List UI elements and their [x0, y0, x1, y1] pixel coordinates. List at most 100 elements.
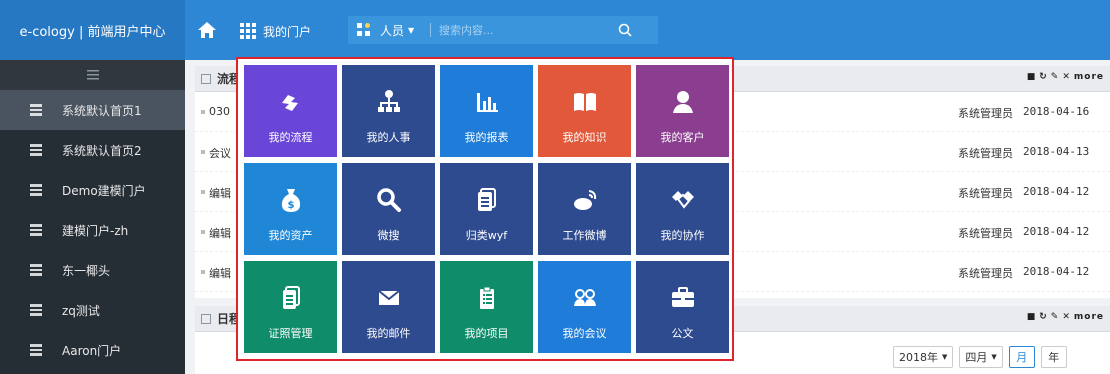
- more-link[interactable]: more: [1074, 312, 1104, 322]
- tile-my-reports[interactable]: 我的报表: [440, 65, 533, 157]
- month-select[interactable]: 四月 ▼: [959, 346, 1003, 368]
- tile-official-documents[interactable]: 公文: [636, 261, 729, 353]
- page-icon: [30, 344, 42, 356]
- app-title[interactable]: e-cology | 前端用户中心: [0, 0, 185, 60]
- tile-my-workflow[interactable]: 我的流程: [244, 65, 337, 157]
- year-view-button[interactable]: 年: [1040, 346, 1067, 368]
- tile-label: 我的邮件: [366, 327, 411, 340]
- chevron-down-icon: ▼: [991, 353, 997, 361]
- tile-label: 公文: [671, 327, 694, 340]
- lock-icon[interactable]: ■: [1027, 72, 1037, 82]
- close-icon[interactable]: ✕: [1062, 312, 1071, 322]
- search-icon[interactable]: [609, 23, 641, 37]
- settings-icon[interactable]: ✎: [1051, 72, 1060, 82]
- page-icon: [30, 304, 42, 316]
- tile-label: 归类wyf: [465, 229, 508, 242]
- tile-my-collaboration[interactable]: 我的协作: [636, 163, 729, 255]
- page-icon: [30, 144, 42, 156]
- tile-label: 微搜: [377, 229, 400, 242]
- tile-label: 我的流程: [268, 131, 313, 144]
- sidebar-item-label: Aaron门户: [62, 343, 122, 358]
- row-title[interactable]: 编辑: [209, 225, 231, 241]
- meeting-icon: [538, 285, 631, 311]
- tile-label: 我的会议: [562, 327, 607, 340]
- panel-icon: [201, 73, 211, 84]
- user-icon: [636, 89, 729, 115]
- portal-menu-label: 我的门户: [263, 24, 312, 39]
- tile-work-weibo[interactable]: 工作微博: [538, 163, 631, 255]
- weibo-icon: [538, 187, 631, 213]
- tile-my-hr[interactable]: 我的人事: [342, 65, 435, 157]
- org-chart-icon: [342, 89, 435, 115]
- handshake-icon: [636, 187, 729, 213]
- workflow-icon: [244, 89, 337, 115]
- month-select-value: 四月: [965, 351, 988, 364]
- search-input[interactable]: [439, 23, 609, 37]
- year-select[interactable]: 2018年 ▼: [893, 346, 954, 368]
- row-title[interactable]: 编辑: [209, 185, 231, 201]
- divider: [430, 23, 431, 37]
- tile-my-meetings[interactable]: 我的会议: [538, 261, 631, 353]
- chevron-down-icon: ▼: [942, 353, 948, 361]
- row-title[interactable]: 030: [209, 105, 230, 118]
- tile-label: 我的知识: [562, 131, 607, 144]
- tile-category-wyf[interactable]: 归类wyf: [440, 163, 533, 255]
- tile-micro-search[interactable]: 微搜: [342, 163, 435, 255]
- bar-chart-icon: [440, 89, 533, 115]
- close-icon[interactable]: ✕: [1062, 72, 1071, 82]
- collapse-menu-icon[interactable]: [0, 60, 185, 90]
- sidebar-item-label: 系统默认首页1: [62, 103, 142, 118]
- tile-my-customers[interactable]: 我的客户: [636, 65, 729, 157]
- refresh-icon[interactable]: ↻: [1039, 72, 1048, 82]
- lock-icon[interactable]: ■: [1027, 312, 1037, 322]
- tile-my-assets[interactable]: $ 我的资产: [244, 163, 337, 255]
- bullet-icon: [201, 110, 205, 114]
- tile-label: 我的报表: [464, 131, 509, 144]
- search-scope-select[interactable]: 人员 ▼: [380, 22, 424, 39]
- tile-my-projects[interactable]: 我的项目: [440, 261, 533, 353]
- sidebar-item-label: 系统默认首页2: [62, 143, 142, 158]
- row-author: 系统管理员: [958, 227, 1013, 240]
- search-icon: [342, 187, 435, 213]
- page-icon: [30, 104, 42, 116]
- tile-label: 我的客户: [660, 131, 705, 144]
- refresh-icon[interactable]: ↻: [1039, 312, 1048, 322]
- tile-my-mail[interactable]: 我的邮件: [342, 261, 435, 353]
- sidebar-item-label: 建模门户-zh: [62, 223, 129, 238]
- portal-menu-button[interactable]: 我的门户: [240, 22, 311, 40]
- money-bag-icon: $: [244, 187, 337, 213]
- row-title[interactable]: 会议: [209, 145, 231, 161]
- sidebar-item-zq-test[interactable]: zq测试: [0, 290, 185, 330]
- month-view-button[interactable]: 月: [1008, 346, 1035, 368]
- sidebar-item-portal-2[interactable]: 系统默认首页2: [0, 130, 185, 170]
- tile-label: 证照管理: [268, 327, 313, 340]
- sidebar-item-dongyi[interactable]: 东一椰头: [0, 250, 185, 290]
- tile-label: 我的资产: [268, 229, 313, 242]
- sidebar-item-demo[interactable]: Demo建模门户: [0, 170, 185, 210]
- tile-certificate-management[interactable]: 证照管理: [244, 261, 337, 353]
- tile-label: 我的协作: [660, 229, 705, 242]
- row-title[interactable]: 编辑: [209, 265, 231, 281]
- mail-icon: [342, 285, 435, 311]
- briefcase-icon: [636, 285, 729, 311]
- svg-text:$: $: [287, 200, 294, 211]
- book-icon: [538, 89, 631, 115]
- more-link[interactable]: more: [1074, 72, 1104, 82]
- sidebar-item-aaron[interactable]: Aaron门户: [0, 330, 185, 370]
- panel-toolbar: ■ ↻ ✎ ✕ more: [1027, 312, 1104, 322]
- home-icon[interactable]: [196, 19, 218, 41]
- tile-label: 我的项目: [464, 327, 509, 340]
- row-date: 2018-04-16: [1023, 105, 1090, 118]
- search-scope-value: 人员: [380, 23, 405, 38]
- row-author: 系统管理员: [958, 267, 1013, 280]
- sidebar-item-portal-1[interactable]: 系统默认首页1: [0, 90, 185, 130]
- tile-my-knowledge[interactable]: 我的知识: [538, 65, 631, 157]
- top-bar: e-cology | 前端用户中心 我的门户 人员 ▼: [0, 0, 1110, 60]
- bullet-icon: [201, 150, 205, 154]
- document-icon: [440, 187, 533, 213]
- clipboard-icon: [440, 285, 533, 311]
- sidebar: 系统默认首页1 系统默认首页2 Demo建模门户 建模门户-zh 东一椰头 zq…: [0, 60, 185, 374]
- sidebar-item-modeling-zh[interactable]: 建模门户-zh: [0, 210, 185, 250]
- settings-icon[interactable]: ✎: [1051, 312, 1060, 322]
- calendar-icon: [201, 313, 211, 324]
